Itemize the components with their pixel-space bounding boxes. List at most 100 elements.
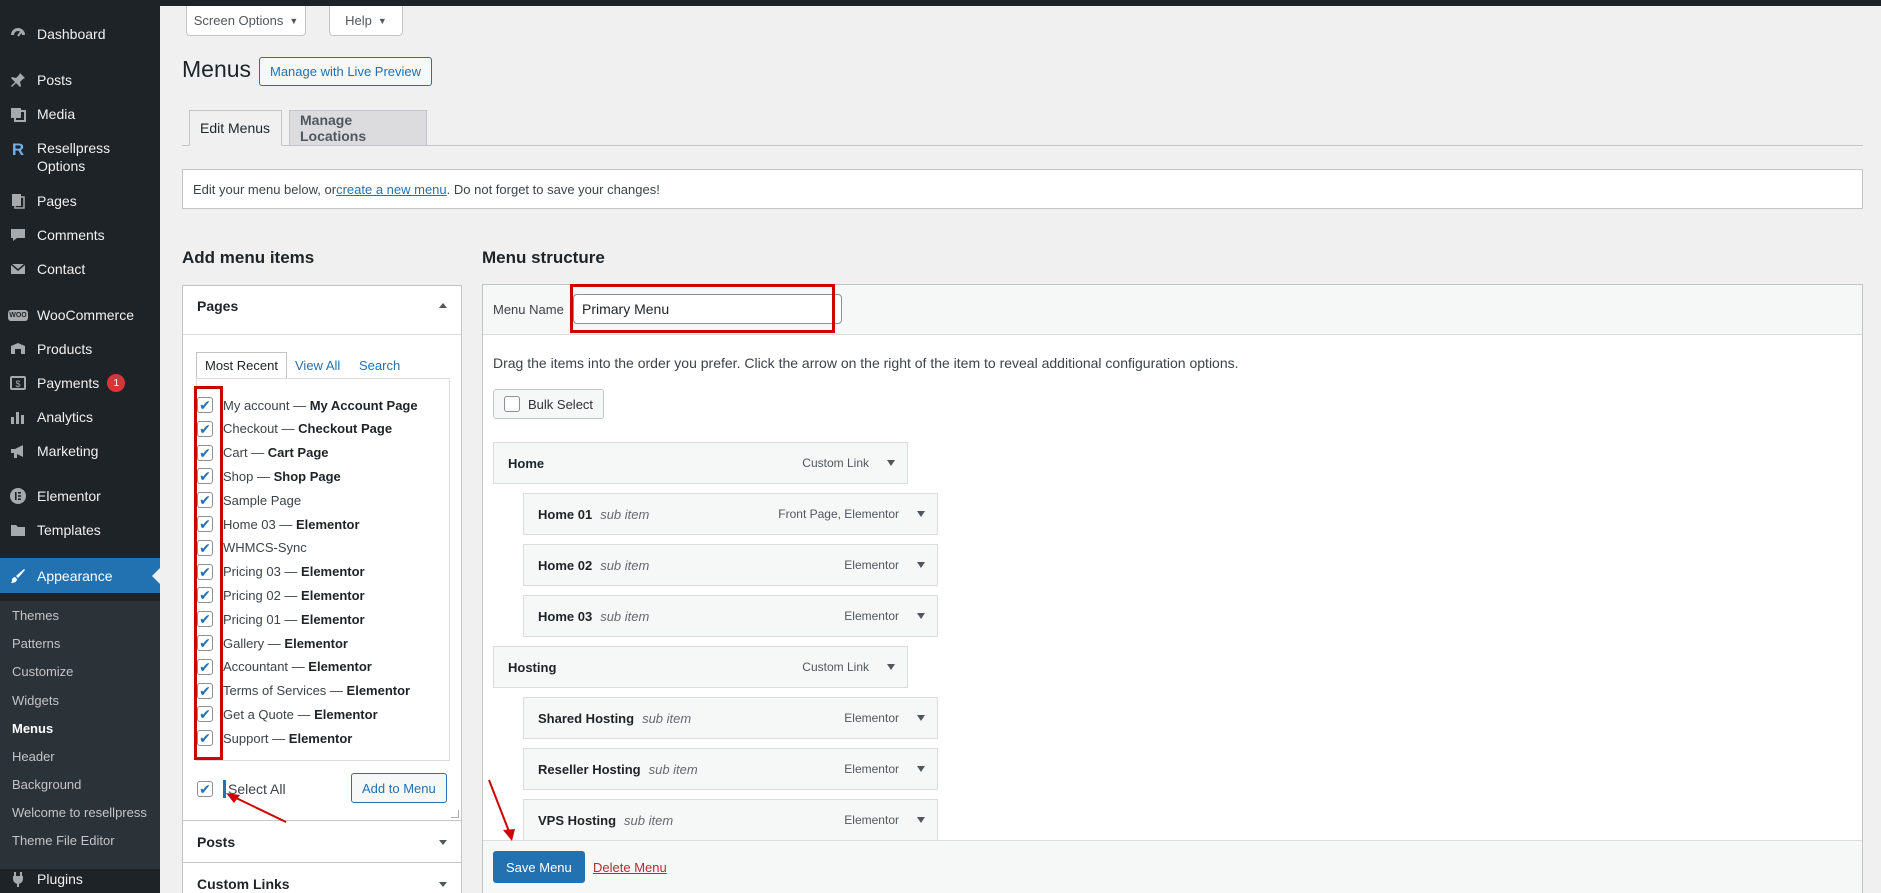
sidebar-item-products[interactable]: Products	[0, 332, 160, 366]
menu-item-top-level[interactable]: Home Custom Link	[493, 442, 908, 484]
sidebar-item-posts[interactable]: Posts	[0, 63, 160, 97]
active-indicator	[152, 567, 160, 584]
menu-item-sub-label: sub item	[600, 608, 650, 624]
svg-text:$: $	[15, 379, 20, 389]
submenu-welcome[interactable]: Welcome to resellpress	[12, 805, 147, 820]
save-menu-button[interactable]: Save Menu	[493, 851, 585, 883]
tab-edit-menus[interactable]: Edit Menus	[189, 110, 282, 146]
page-checklist-item[interactable]: ✔ Checkout — Checkout Page	[197, 419, 392, 439]
sidebar-item-media[interactable]: Media	[0, 97, 160, 131]
submenu-customize[interactable]: Customize	[12, 664, 73, 679]
sidebar-item-elementor[interactable]: Elementor	[0, 479, 160, 513]
bulk-select-label: Bulk Select	[528, 396, 594, 412]
submenu-menus[interactable]: Menus	[12, 721, 53, 736]
tab-most-recent[interactable]: Most Recent	[196, 352, 287, 379]
menu-item-sub[interactable]: Reseller Hosting sub item Elementor	[523, 748, 938, 790]
resize-handle[interactable]	[451, 810, 459, 818]
products-icon	[9, 340, 27, 358]
select-all-checkbox[interactable]: ✔	[197, 781, 213, 797]
create-new-menu-link[interactable]: create a new menu	[336, 182, 447, 197]
bulk-select-checkbox[interactable]	[504, 396, 520, 412]
pin-icon	[9, 71, 27, 89]
add-to-menu-button[interactable]: Add to Menu	[351, 773, 447, 803]
expand-arrow-icon[interactable]	[917, 817, 925, 823]
notification-badge: 1	[107, 374, 126, 392]
menu-item-top-level[interactable]: Hosting Custom Link	[493, 646, 908, 688]
custom-links-accordion[interactable]: Custom Links	[182, 862, 462, 893]
expand-arrow-icon[interactable]	[917, 511, 925, 517]
tab-manage-locations[interactable]: Manage Locations	[289, 110, 427, 146]
submenu-themes[interactable]: Themes	[12, 608, 59, 623]
expand-arrow-icon[interactable]	[887, 460, 895, 466]
menu-item-sub[interactable]: VPS Hosting sub item Elementor	[523, 799, 938, 841]
sidebar-item-label: Templates	[37, 522, 101, 538]
page-name: Shop	[223, 468, 254, 484]
woocommerce-icon: WOO	[8, 309, 28, 321]
pages-accordion-title[interactable]: Pages	[197, 298, 238, 314]
drag-instructions: Drag the items into the order you prefer…	[493, 355, 1239, 371]
bulk-select-button[interactable]: Bulk Select	[493, 389, 605, 419]
sidebar-item-comments[interactable]: Comments	[0, 218, 160, 252]
sidebar-item-label: Comments	[37, 227, 105, 243]
menu-item-sub[interactable]: Home 02 sub item Elementor	[523, 544, 938, 586]
expand-arrow-icon[interactable]	[439, 840, 447, 845]
page-checklist-item[interactable]: ✔ Get a Quote — Elementor	[197, 704, 378, 724]
caret-down-icon: ▼	[377, 15, 387, 26]
delete-menu-link[interactable]: Delete Menu	[593, 860, 667, 875]
menu-item-sub[interactable]: Home 03 sub item Elementor	[523, 595, 938, 637]
select-all-control[interactable]: ✔ Select All	[197, 780, 286, 798]
screen-options-button[interactable]: Screen Options ▼	[186, 6, 306, 36]
sidebar-item-woocommerce[interactable]: WOO WooCommerce	[0, 298, 160, 332]
expand-arrow-icon[interactable]	[439, 882, 447, 887]
menu-item-sub[interactable]: Home 01 sub item Front Page, Elementor	[523, 493, 938, 535]
live-preview-button[interactable]: Manage with Live Preview	[259, 57, 433, 86]
mail-icon	[9, 260, 27, 278]
sidebar-item-resellpress-options[interactable]: R Resellpress Options	[0, 135, 160, 179]
expand-arrow-icon[interactable]	[917, 715, 925, 721]
menu-item-sub-label: sub item	[600, 506, 650, 522]
menu-item-sub[interactable]: Shared Hosting sub item Elementor	[523, 697, 938, 739]
page-name: Gallery	[223, 635, 265, 651]
help-button[interactable]: Help ▼	[329, 6, 403, 36]
page-template: Elementor	[346, 683, 411, 699]
page-checklist-item[interactable]: ✔ Accountant — Elementor	[197, 657, 372, 677]
sidebar-item-dashboard[interactable]: Dashboard	[0, 17, 160, 51]
posts-accordion[interactable]: Posts	[182, 820, 462, 863]
tab-search[interactable]: Search	[351, 352, 408, 379]
page-template: Elementor	[301, 587, 365, 603]
sidebar-item-payments[interactable]: $ Payments 1	[0, 366, 160, 400]
menu-structure-panel: Menu Name Drag the items into the order …	[482, 284, 1863, 893]
sidebar-item-templates[interactable]: Templates	[0, 513, 160, 547]
menu-name-header: Menu Name	[483, 284, 1862, 335]
submenu-header[interactable]: Header	[12, 749, 55, 764]
menu-item-title: Home	[508, 455, 545, 471]
notice-prefix: Edit your menu below, or	[193, 181, 337, 197]
page-checklist-item[interactable]: ✔ Terms of Services — Elementor	[197, 681, 410, 701]
comments-icon	[9, 226, 27, 244]
submenu-background[interactable]: Background	[12, 777, 81, 792]
submenu-theme-file-editor[interactable]: Theme File Editor	[12, 833, 115, 848]
sidebar-item-plugins[interactable]: Plugins	[0, 862, 160, 893]
folder-icon	[9, 521, 27, 539]
sidebar-item-contact[interactable]: Contact	[0, 252, 160, 286]
sidebar-item-marketing[interactable]: Marketing	[0, 434, 160, 468]
caret-down-icon: ▼	[289, 15, 299, 26]
submenu-widgets[interactable]: Widgets	[12, 693, 59, 708]
menu-item-type: Elementor	[844, 762, 899, 776]
expand-arrow-icon[interactable]	[917, 562, 925, 568]
sidebar-item-label: Analytics	[37, 409, 94, 425]
sidebar-item-analytics[interactable]: Analytics	[0, 400, 160, 434]
custom-links-accordion-title[interactable]: Custom Links	[197, 876, 290, 892]
expand-arrow-icon[interactable]	[917, 613, 925, 619]
posts-accordion-title[interactable]: Posts	[197, 834, 235, 850]
submenu-patterns[interactable]: Patterns	[12, 636, 60, 651]
page-name: Cart	[223, 445, 248, 461]
sidebar-item-appearance[interactable]: Appearance	[0, 558, 160, 593]
page-checklist-item[interactable]: ✔ My account — My Account Page	[197, 395, 418, 415]
expand-arrow-icon[interactable]	[917, 766, 925, 772]
tab-view-all[interactable]: View All	[287, 352, 348, 379]
sidebar-item-label: Resellpress Options	[37, 140, 111, 174]
expand-arrow-icon[interactable]	[887, 664, 895, 670]
sidebar-item-pages[interactable]: Pages	[0, 184, 160, 218]
collapse-arrow-icon[interactable]	[439, 303, 447, 308]
